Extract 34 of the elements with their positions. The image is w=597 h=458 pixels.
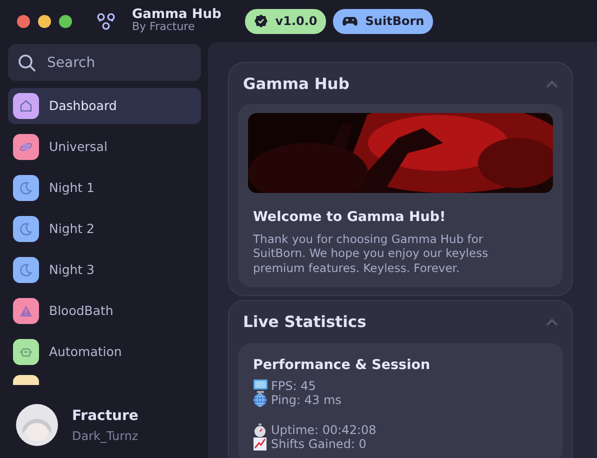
avatar [16,404,58,446]
section-title: Live Statistics [243,312,366,334]
card-heading: Performance & Session [253,356,432,375]
sidebar-item[interactable]: Night 1 [8,170,201,206]
section-title: Gamma Hub [243,74,350,95]
welcome-text: Thank you for choosing Gamma Hub for SuitBorn. We hope you enjoy our keyless premium features. Keyless. Forever. [253,232,490,276]
stat-text: Uptime: 00:42:08 [271,422,376,437]
game-badge: SuitBorn [333,8,434,34]
maximize-button[interactable] [59,14,72,28]
close-button[interactable] [17,14,30,28]
profile-name: Fracture [72,406,138,426]
app-subtitle: By Fracture [132,21,196,34]
verified-icon [254,14,268,28]
stopwatch-icon [253,422,268,437]
sidebar-item[interactable]: Dashboard [8,88,201,124]
profile-username: Dark_Turnz [72,428,138,444]
search-field[interactable]: Search [8,44,201,81]
monitor-icon [253,378,268,393]
sidebar-item[interactable]: Universal [8,129,201,165]
sidebar-item[interactable]: Night 2 [8,211,201,247]
stat-text: Ping: 43 ms [271,393,342,408]
stat-text: FPS: 45 [271,378,316,394]
logo-icon [96,12,116,30]
gamepad-icon [342,15,358,27]
minimize-button[interactable] [38,14,51,28]
card-heading: Welcome to Gamma Hub! [253,208,447,228]
sidebar-item[interactable]: BloodBath [8,293,201,329]
version-badge: v1.0.0 [245,8,326,34]
chart-icon [253,437,268,452]
globe-icon [253,393,268,408]
sidebar-item[interactable]: Automation [8,334,201,370]
app-title: Gamma Hub [132,8,222,22]
sidebar-item[interactable]: Night 3 [8,252,201,288]
stat-text: Shifts Gained: 0 [271,436,366,452]
